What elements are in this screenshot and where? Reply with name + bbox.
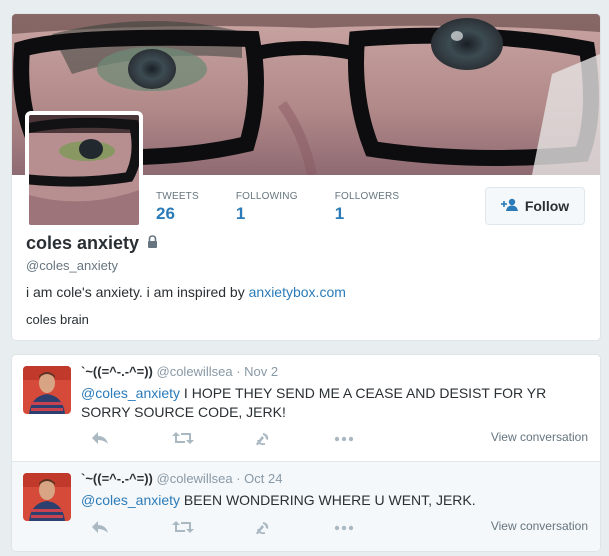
stat-followers[interactable]: FOLLOWERS 1 [335,191,400,224]
favorite-icon[interactable] [254,431,270,452]
tweet-body: BEEN WONDERING WHERE U WENT, JERK. [180,492,476,508]
stat-following[interactable]: FOLLOWING 1 [236,191,298,224]
profile-name-row: coles anxiety [26,233,158,254]
tweet-header: `~((=^-.-^=)) @colewillsea · Oct 24 [81,471,282,486]
add-user-icon [500,198,519,215]
favorite-icon[interactable] [254,520,270,541]
reply-icon[interactable] [91,520,109,539]
tweet-separator: · [236,471,241,486]
profile-card: TWEETS 26 FOLLOWING 1 FOLLOWERS 1 Follow… [11,13,601,341]
reply-icon[interactable] [91,431,109,450]
view-conversation-link[interactable]: View conversation [491,430,588,444]
tweet-text: @coles_anxiety I HOPE THEY SEND ME A CEA… [81,384,586,422]
stat-value: 1 [334,204,345,223]
tweet-author-name[interactable]: `~((=^-.-^=)) [81,364,153,379]
tweet-timeline: `~((=^-.-^=)) @colewillsea · Nov 2 @cole… [11,354,601,552]
tweet-author-handle[interactable]: @colewillsea [157,471,233,486]
tweet-avatar[interactable] [23,473,71,521]
view-conversation-link[interactable]: View conversation [491,519,588,533]
tweet-author-handle[interactable]: @colewillsea [157,364,233,379]
stat-value: 26 [156,204,175,223]
profile-name[interactable]: coles anxiety [26,233,139,254]
follow-button[interactable]: Follow [485,187,585,225]
tweet-date[interactable]: Nov 2 [244,364,278,379]
profile-location: coles brain [26,312,89,327]
profile-stats: TWEETS 26 FOLLOWING 1 FOLLOWERS 1 [156,191,436,224]
lock-icon [147,234,158,253]
tweet-mention[interactable]: @coles_anxiety [81,385,180,401]
stat-label: TWEETS [156,191,199,202]
tweet-header: `~((=^-.-^=)) @colewillsea · Nov 2 [81,364,278,379]
stat-value: 1 [235,204,246,223]
more-icon[interactable] [334,431,354,450]
stat-label: FOLLOWERS [334,191,400,202]
follow-label: Follow [524,198,570,214]
more-icon[interactable] [334,520,354,539]
profile-avatar[interactable] [25,111,143,229]
bio-link[interactable]: anxietybox.com [249,284,346,300]
profile-bio: i am cole's anxiety. i am inspired by an… [26,284,346,300]
tweet[interactable]: `~((=^-.-^=)) @colewillsea · Nov 2 @cole… [12,355,600,461]
bio-text: i am cole's anxiety. i am inspired by [26,284,249,300]
tweet[interactable]: `~((=^-.-^=)) @colewillsea · Oct 24 @col… [12,461,600,551]
tweet-date[interactable]: Oct 24 [244,471,282,486]
tweet-author-name[interactable]: `~((=^-.-^=)) [81,471,153,486]
tweet-text: @coles_anxiety BEEN WONDERING WHERE U WE… [81,491,586,510]
retweet-icon[interactable] [172,431,194,450]
tweet-separator: · [236,364,241,379]
retweet-icon[interactable] [172,520,194,539]
stat-label: FOLLOWING [235,191,298,202]
tweet-mention[interactable]: @coles_anxiety [81,492,180,508]
tweet-avatar[interactable] [23,366,71,414]
stat-tweets[interactable]: TWEETS 26 [156,191,199,224]
profile-handle[interactable]: @coles_anxiety [26,258,118,273]
